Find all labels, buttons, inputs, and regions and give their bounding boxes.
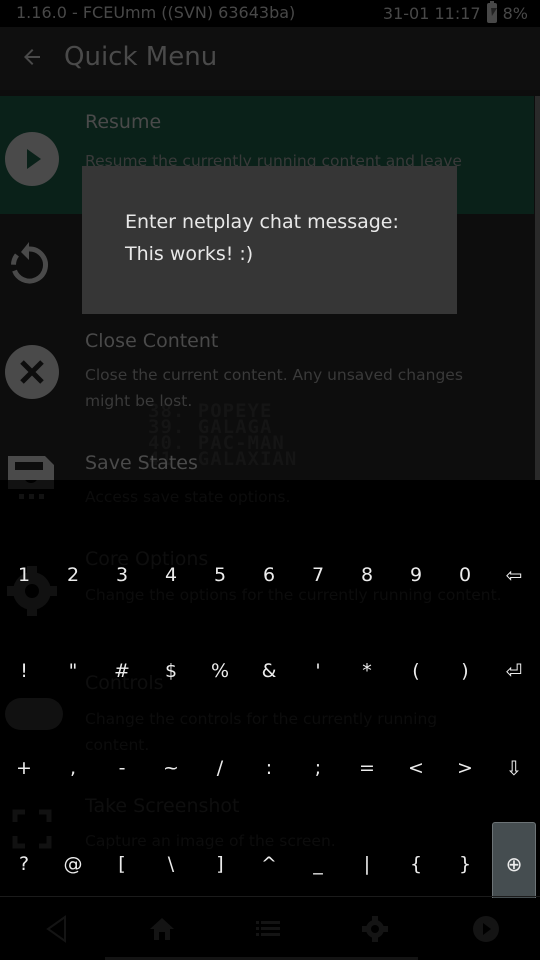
- keyboard-key[interactable]: /: [198, 726, 242, 810]
- menu-item-desc: Capture an image of the screen.: [85, 832, 336, 850]
- keyboard-key[interactable]: *: [345, 629, 389, 713]
- keyboard-key[interactable]: =: [345, 726, 389, 810]
- back-button[interactable]: [20, 45, 44, 74]
- nav-settings-button[interactable]: [358, 912, 392, 946]
- menu-item-desc: Change the controls for the currently ru…: [85, 710, 438, 754]
- arrow-left-icon: [24, 49, 40, 65]
- keyboard-key[interactable]: 8: [345, 533, 389, 617]
- battery-charging-icon: [486, 1, 497, 23]
- keyboard-key[interactable]: \: [149, 822, 193, 906]
- close-icon: [5, 345, 59, 399]
- page-title: Quick Menu: [64, 42, 218, 72]
- keyboard-key[interactable]: ;: [296, 726, 340, 810]
- keyboard-key[interactable]: 5: [198, 533, 242, 617]
- menu-item-save-states[interactable]: Save States: [0, 448, 534, 480]
- shift-key[interactable]: ⇩: [492, 726, 536, 810]
- keyboard-key[interactable]: 6: [247, 533, 291, 617]
- keyboard-key[interactable]: &: [247, 629, 291, 713]
- menu-item-label: Save States: [85, 452, 198, 474]
- keyboard-key[interactable]: 9: [394, 533, 438, 617]
- gear-icon: [362, 916, 388, 942]
- keyboard-key[interactable]: !: [2, 629, 46, 713]
- keyboard-key[interactable]: <: [394, 726, 438, 810]
- keyboard-key[interactable]: -: [100, 726, 144, 810]
- keyboard-key[interactable]: }: [443, 822, 487, 906]
- play-icon: [473, 916, 499, 942]
- menu-item-desc: Change the options for the currently run…: [85, 586, 502, 604]
- keyboard-key[interactable]: ^: [247, 822, 291, 906]
- bottom-nav: [0, 898, 540, 960]
- menu-item-label: Close Content: [85, 330, 219, 352]
- keyboard-key[interactable]: ): [443, 629, 487, 713]
- keyboard-key[interactable]: |: [345, 822, 389, 906]
- keyboard-key[interactable]: ": [51, 629, 95, 713]
- restart-icon: [5, 232, 59, 286]
- enter-key[interactable]: ⏎: [492, 629, 536, 713]
- keyboard-key[interactable]: 0: [443, 533, 487, 617]
- keyboard-key[interactable]: ]: [198, 822, 242, 906]
- nav-list-button[interactable]: [251, 912, 285, 946]
- keyboard-key[interactable]: 3: [100, 533, 144, 617]
- keyboard-key[interactable]: @: [51, 822, 95, 906]
- chat-message-input[interactable]: This works! :): [125, 243, 253, 265]
- scrollbar[interactable]: [535, 96, 540, 480]
- keyboard-key[interactable]: $: [149, 629, 193, 713]
- battery-percent: 8%: [502, 3, 528, 23]
- menu-item-desc: Access save state options.: [85, 488, 291, 506]
- menu-item-label: Resume: [85, 111, 162, 133]
- floppy-disk-icon: [5, 480, 59, 510]
- layout-switch-key[interactable]: ⊕: [492, 822, 536, 906]
- app-version: 1.16.0 - FCEUmm ((SVN) 63643ba): [16, 3, 296, 22]
- keyboard-key[interactable]: ?: [2, 822, 46, 906]
- floppy-disk-icon: [5, 456, 59, 480]
- home-icon: [150, 918, 174, 940]
- keyboard-key[interactable]: 2: [51, 533, 95, 617]
- list-icon: [256, 921, 280, 936]
- keyboard-key[interactable]: ,: [51, 726, 95, 810]
- play-icon: [5, 132, 59, 186]
- keyboard-key[interactable]: {: [394, 822, 438, 906]
- keyboard-key[interactable]: :: [247, 726, 291, 810]
- keyboard-key[interactable]: (: [394, 629, 438, 713]
- keyboard-key[interactable]: >: [443, 726, 487, 810]
- keyboard-key[interactable]: %: [198, 629, 242, 713]
- back-triangle-icon: [46, 915, 66, 943]
- keyboard-key[interactable]: 1: [2, 533, 46, 617]
- keyboard-divider: [0, 896, 540, 897]
- keyboard-key[interactable]: #: [100, 629, 144, 713]
- dialog-prompt: Enter netplay chat message:: [125, 211, 399, 233]
- keyboard-key[interactable]: 7: [296, 533, 340, 617]
- netplay-chat-dialog: Enter netplay chat message: This works! …: [82, 166, 457, 314]
- keyboard-key[interactable]: ~: [149, 726, 193, 810]
- keyboard-key[interactable]: _: [296, 822, 340, 906]
- datetime: 31-01 11:17: [382, 3, 481, 23]
- keyboard-key[interactable]: ': [296, 629, 340, 713]
- header: Quick Menu: [0, 27, 540, 90]
- status-bar: 1.16.0 - FCEUmm ((SVN) 63643ba) 31-01 11…: [0, 0, 540, 27]
- keyboard-key[interactable]: 4: [149, 533, 193, 617]
- backspace-key[interactable]: ⇦: [492, 533, 536, 617]
- menu-item-close-content[interactable]: Close Content Close the current content.…: [0, 326, 534, 448]
- keyboard-key[interactable]: [: [100, 822, 144, 906]
- nav-back-button[interactable]: [40, 912, 74, 946]
- nav-resume-button[interactable]: [469, 912, 503, 946]
- keyboard-key[interactable]: +: [2, 726, 46, 810]
- nav-home-button[interactable]: [145, 912, 179, 946]
- menu-item-desc: Close the current content. Any unsaved c…: [85, 366, 463, 410]
- status-right: 31-01 11:17 8%: [382, 1, 528, 23]
